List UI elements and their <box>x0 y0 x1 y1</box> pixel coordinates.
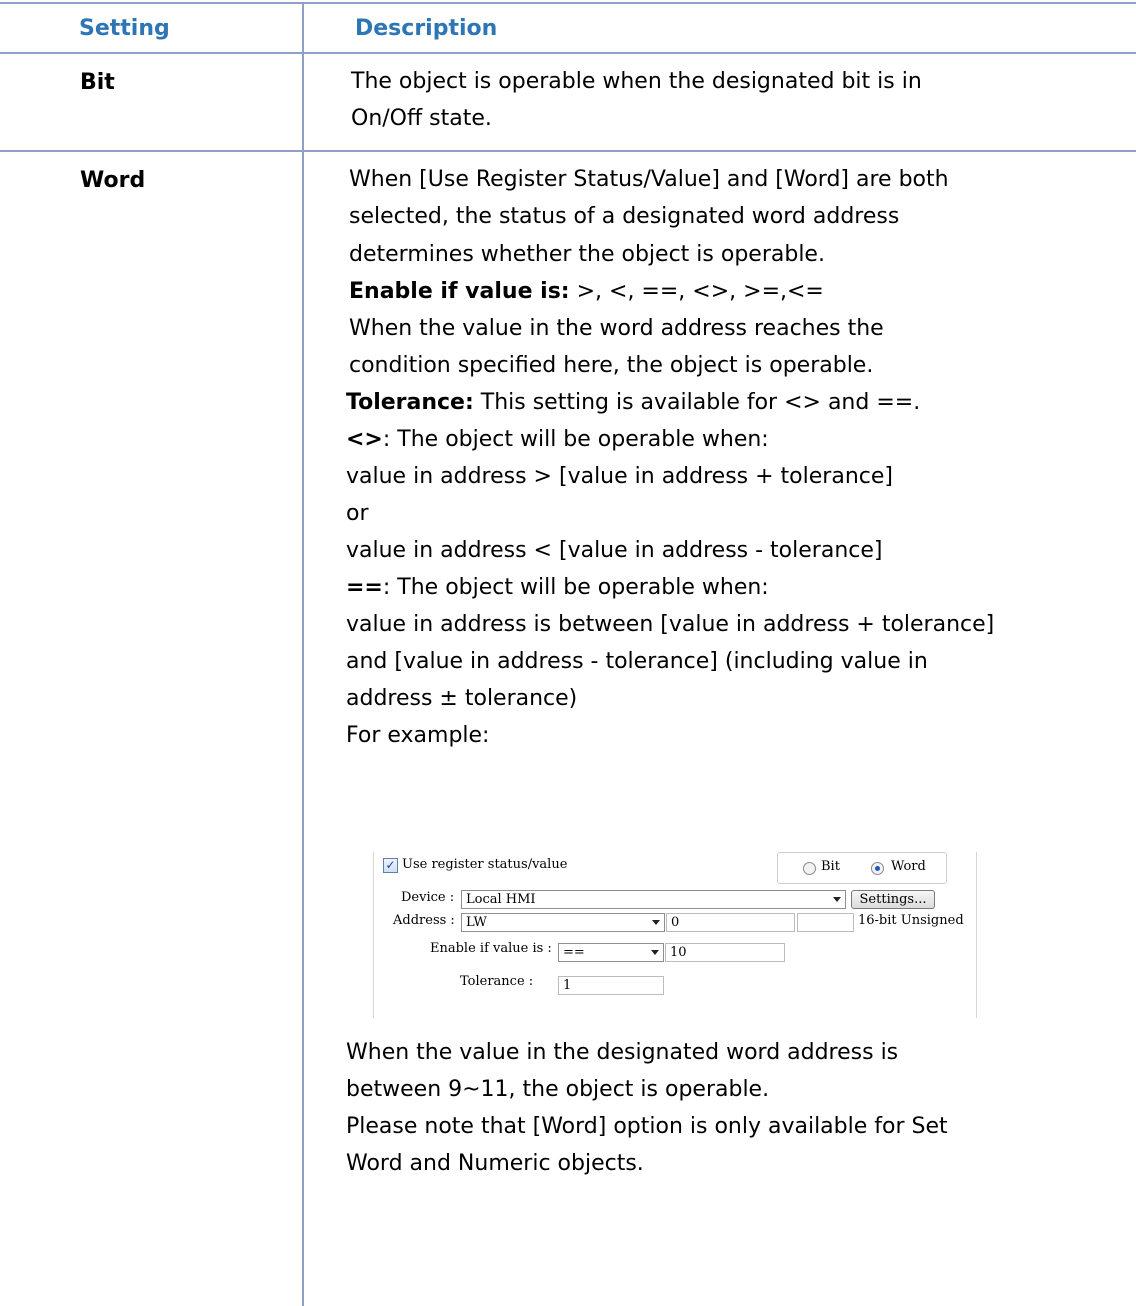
operator-value: == <box>563 945 585 960</box>
device-label: Device : <box>401 890 455 905</box>
equal-condition-line: and [value in address - tolerance] (incl… <box>346 649 928 674</box>
header-description: Description <box>355 16 498 41</box>
setting-word: Word <box>80 168 146 193</box>
table-top-border <box>0 2 1136 4</box>
enable-value-input[interactable]: 10 <box>665 943 785 962</box>
word-intro-line: determines whether the object is operabl… <box>349 242 825 267</box>
enable-if-label: Enable if value is: <box>349 279 570 304</box>
example-intro: For example: <box>346 723 490 748</box>
word-intro-line: selected, the status of a designated wor… <box>349 204 900 229</box>
tolerance-field-label: Tolerance : <box>460 974 534 989</box>
register-settings-dialog: ✓ Use register status/value Bit Word Dev… <box>373 852 977 1018</box>
bit-description-line: The object is operable when the designat… <box>351 69 922 94</box>
equal-label: == <box>346 575 383 600</box>
setting-bit: Bit <box>80 70 115 95</box>
address-format-label: 16-bit Unsigned <box>858 913 964 928</box>
device-value: Local HMI <box>466 892 536 907</box>
header-setting: Setting <box>79 16 170 41</box>
not-equal-text: : The object will be operable when: <box>382 427 769 452</box>
tolerance-line: Tolerance: This setting is available for… <box>346 387 920 419</box>
word-radio-label: Word <box>891 859 926 874</box>
address-label: Address : <box>393 913 455 928</box>
not-equal-condition-line: or <box>346 501 369 526</box>
not-equal-condition-line: value in address < [value in address - t… <box>346 538 883 563</box>
enable-if-values: >, <, ==, <>, >=,<= <box>569 279 824 304</box>
bit-description-line: On/Off state. <box>351 106 492 131</box>
word-intro-line: When [Use Register Status/Value] and [Wo… <box>349 167 949 192</box>
equal-line: ==: The object will be operable when: <box>346 572 769 604</box>
mode-radio-group: Bit Word <box>777 852 947 884</box>
operator-select[interactable]: == <box>558 943 664 962</box>
chevron-down-icon <box>651 950 659 955</box>
enable-if-line: Enable if value is: >, <, ==, <>, >=,<= <box>349 276 824 308</box>
equal-condition-line: address ± tolerance) <box>346 686 578 711</box>
outro-line: between 9~11, the object is operable. <box>346 1077 770 1102</box>
condition-line: When the value in the word address reach… <box>349 316 884 341</box>
settings-button[interactable]: Settings... <box>851 890 935 909</box>
chevron-down-icon <box>833 897 841 902</box>
outro-line: Please note that [Word] option is only a… <box>346 1114 948 1139</box>
enable-if-value-label: Enable if value is : <box>430 941 552 956</box>
not-equal-line: <>: The object will be operable when: <box>346 424 769 456</box>
chevron-down-icon <box>652 920 660 925</box>
equal-condition-line: value in address is between [value in ad… <box>346 612 995 637</box>
settings-table: Setting Description Bit The object is op… <box>0 0 1136 1306</box>
address-type-select[interactable]: LW <box>461 913 665 932</box>
address-type-value: LW <box>466 915 487 930</box>
bit-radio[interactable] <box>803 862 816 875</box>
word-radio[interactable] <box>871 862 884 875</box>
device-select[interactable]: Local HMI <box>461 890 846 909</box>
outro-line: When the value in the designated word ad… <box>346 1040 899 1065</box>
outro-line: Word and Numeric objects. <box>346 1151 644 1176</box>
tolerance-text: This setting is available for <> and ==. <box>473 390 921 415</box>
header-divider <box>0 52 1136 54</box>
column-divider <box>302 2 304 1306</box>
row-divider <box>0 150 1136 152</box>
condition-line: condition specified here, the object is … <box>349 353 874 378</box>
use-register-label: Use register status/value <box>402 857 568 872</box>
not-equal-condition-line: value in address > [value in address + t… <box>346 464 893 489</box>
tolerance-input[interactable]: 1 <box>558 976 664 995</box>
tolerance-label: Tolerance: <box>346 390 474 415</box>
address-extra-input[interactable] <box>797 913 854 932</box>
not-equal-label: <> <box>346 427 383 452</box>
equal-text: : The object will be operable when: <box>382 575 769 600</box>
bit-radio-label: Bit <box>821 859 840 874</box>
use-register-checkbox[interactable]: ✓ <box>383 858 398 873</box>
address-input[interactable]: 0 <box>666 913 795 932</box>
